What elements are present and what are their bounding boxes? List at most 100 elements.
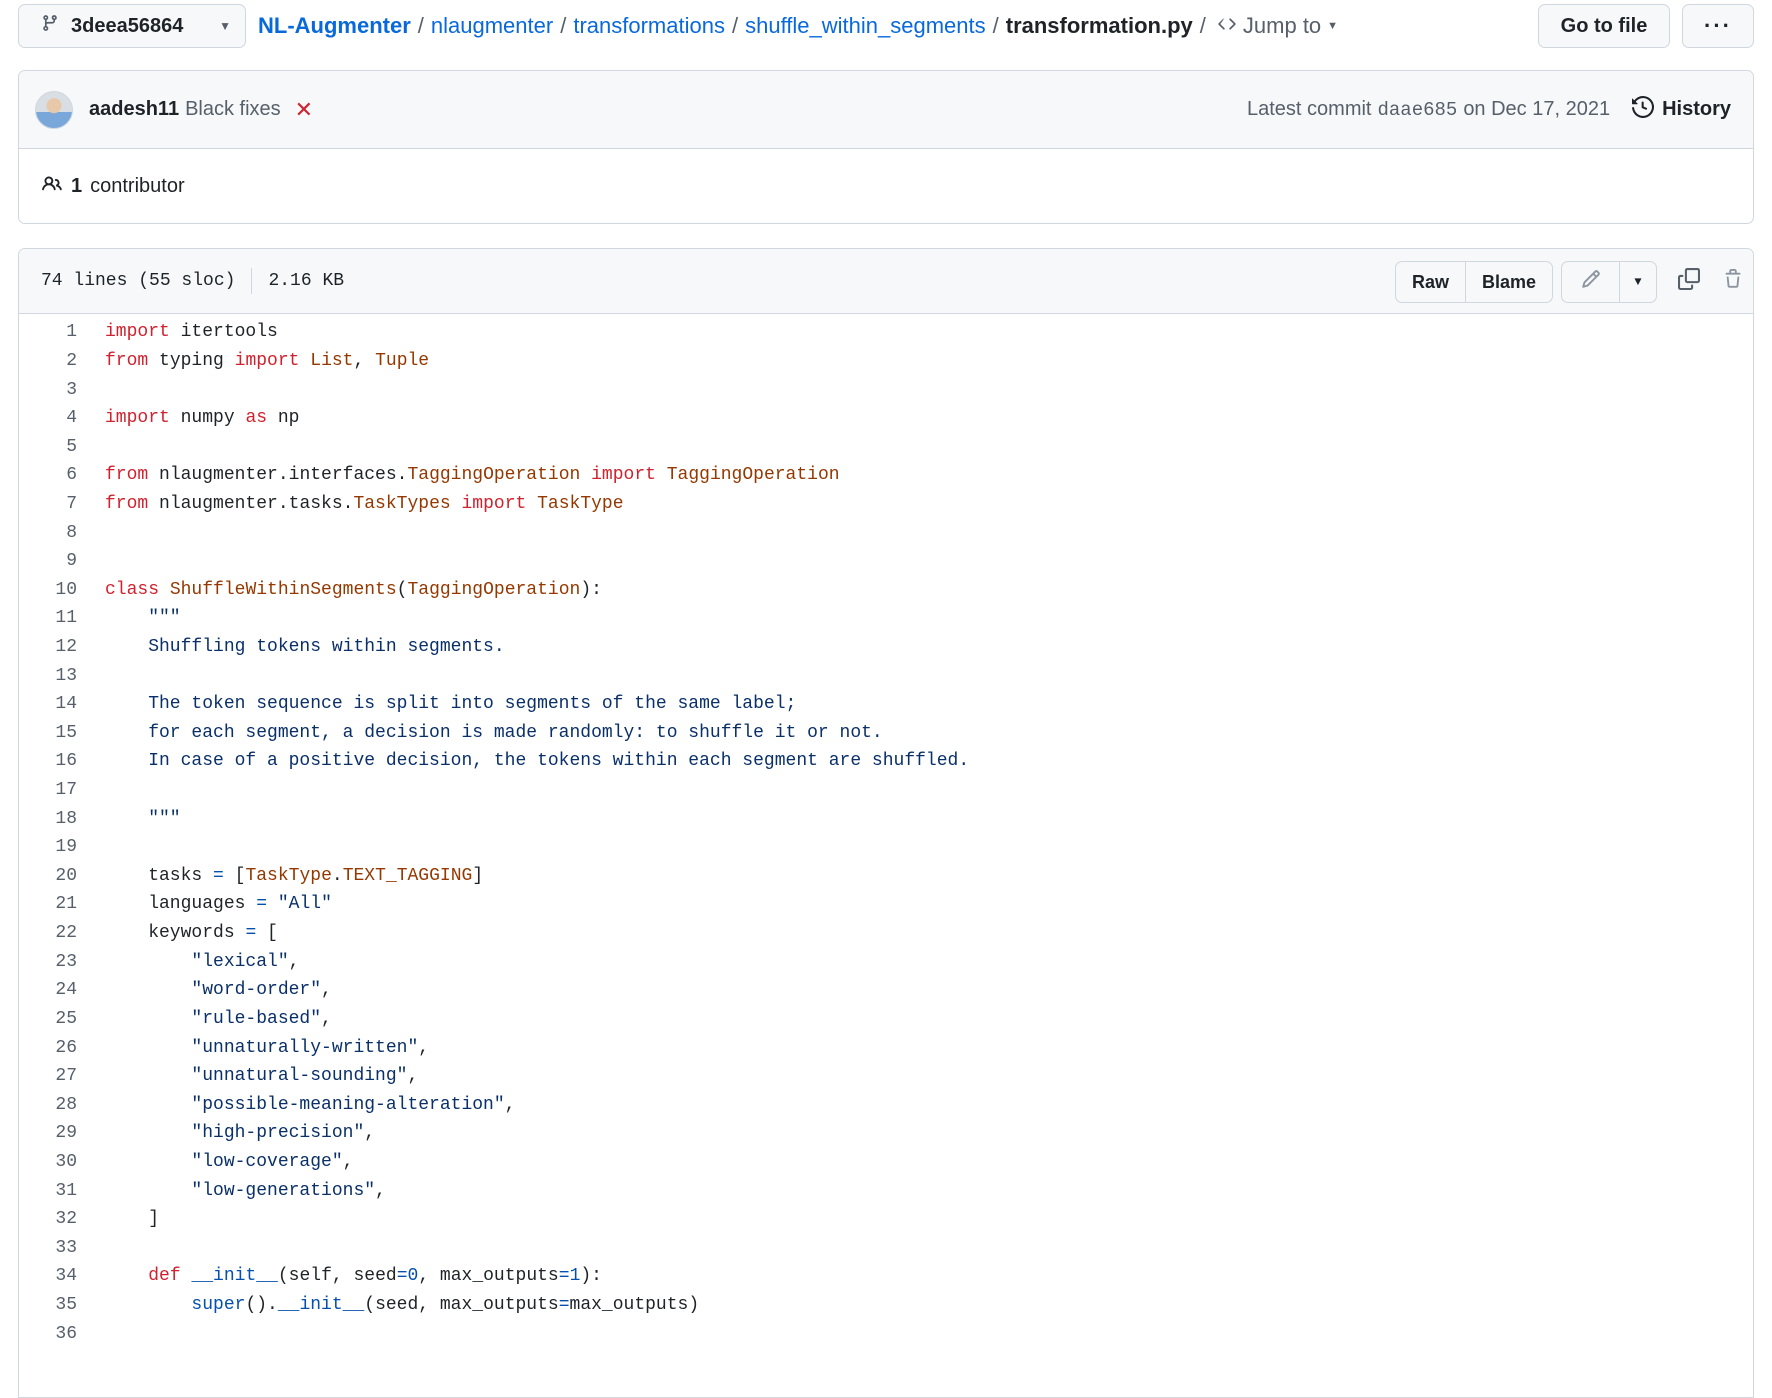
line-number[interactable]: 29: [19, 1123, 77, 1143]
edit-dropdown-button[interactable]: ▼: [1620, 262, 1656, 302]
code-line: 12 Shuffling tokens within segments.: [19, 633, 1753, 662]
file-navigation-bar: 3deea56864 ▼ NL-Augmenter / nlaugmenter …: [18, 4, 1754, 48]
line-number[interactable]: 30: [19, 1152, 77, 1172]
line-number[interactable]: 13: [19, 666, 77, 686]
blame-button[interactable]: Blame: [1466, 262, 1552, 302]
line-number[interactable]: 33: [19, 1238, 77, 1258]
copy-icon: [1678, 268, 1700, 296]
line-content: languages = "All": [105, 894, 332, 915]
code-view: 1 import itertools 2 from typing import Lis…: [19, 314, 1753, 1348]
code-line: 29 "high-precision",: [19, 1119, 1753, 1148]
line-content: import numpy as np: [105, 408, 300, 429]
line-number[interactable]: 23: [19, 952, 77, 972]
pencil-icon: [1581, 269, 1601, 295]
code-line: 16 In case of a positive decision, the t…: [19, 747, 1753, 776]
edit-file-button[interactable]: [1562, 262, 1620, 302]
copy-raw-button[interactable]: [1669, 261, 1709, 303]
jump-to-label: Jump to: [1242, 13, 1322, 38]
code-line: 18 """: [19, 804, 1753, 833]
line-number[interactable]: 16: [19, 751, 77, 771]
breadcrumb-filename: transformation.py: [1005, 13, 1193, 38]
line-number[interactable]: 8: [19, 523, 77, 543]
line-number[interactable]: 28: [19, 1095, 77, 1115]
breadcrumb-dir-shuffle[interactable]: shuffle_within_segments: [745, 13, 986, 39]
commit-author-link[interactable]: aadesh11: [89, 98, 179, 121]
line-number[interactable]: 11: [19, 608, 77, 628]
divider: [251, 268, 253, 294]
history-label: History: [1662, 98, 1731, 120]
code-line: 19: [19, 833, 1753, 862]
line-number[interactable]: 35: [19, 1295, 77, 1315]
code-line: 28 "possible-meaning-alteration",: [19, 1090, 1753, 1119]
commit-row: aadesh11 Black fixes ✕ Latest commit daa…: [19, 71, 1753, 149]
code-line: 33: [19, 1234, 1753, 1263]
line-content: from nlaugmenter.tasks.TaskTypes import …: [105, 493, 624, 514]
line-number[interactable]: 19: [19, 837, 77, 857]
line-number[interactable]: 9: [19, 551, 77, 571]
line-number[interactable]: 24: [19, 980, 77, 1000]
go-to-file-button[interactable]: Go to file: [1538, 4, 1670, 48]
code-line: 36: [19, 1319, 1753, 1348]
line-content: """: [105, 608, 181, 629]
line-number[interactable]: 6: [19, 465, 77, 485]
code-line: 13: [19, 661, 1753, 690]
line-content: "word-order",: [105, 980, 332, 1001]
line-number[interactable]: 22: [19, 923, 77, 943]
delete-file-button[interactable]: [1713, 261, 1753, 303]
breadcrumb-repo-link[interactable]: NL-Augmenter: [258, 13, 411, 39]
line-number[interactable]: 2: [19, 351, 77, 371]
line-number[interactable]: 17: [19, 780, 77, 800]
code-line: 9: [19, 547, 1753, 576]
line-content: In case of a positive decision, the toke…: [105, 751, 970, 772]
code-line: 25 "rule-based",: [19, 1005, 1753, 1034]
line-content: "lexical",: [105, 951, 300, 972]
avatar[interactable]: [35, 90, 73, 129]
line-number[interactable]: 32: [19, 1209, 77, 1229]
commit-message[interactable]: Black fixes: [185, 98, 281, 121]
raw-blame-group: Raw Blame: [1395, 261, 1553, 303]
code-line: 11 """: [19, 604, 1753, 633]
line-number[interactable]: 5: [19, 437, 77, 457]
code-line: 8: [19, 518, 1753, 547]
line-number[interactable]: 18: [19, 809, 77, 829]
line-content: def __init__(self, seed=0, max_outputs=1…: [148, 1266, 602, 1287]
file-viewer: 74 lines (55 sloc) 2.16 KB Raw Blame ▼ 1…: [18, 248, 1754, 1398]
line-number[interactable]: 34: [19, 1266, 77, 1286]
line-content: "possible-meaning-alteration",: [105, 1094, 516, 1115]
line-number[interactable]: 36: [19, 1324, 77, 1344]
latest-commit-box: aadesh11 Black fixes ✕ Latest commit daa…: [18, 70, 1754, 224]
line-number[interactable]: 27: [19, 1066, 77, 1086]
more-options-button[interactable]: ···: [1682, 4, 1754, 48]
line-number[interactable]: 20: [19, 866, 77, 886]
code-line: 23 "lexical",: [19, 947, 1753, 976]
branch-selector-button[interactable]: 3deea56864 ▼: [18, 4, 246, 48]
line-number[interactable]: 1: [19, 322, 77, 342]
code-line: 5: [19, 432, 1753, 461]
commit-sha-link[interactable]: daae685: [1377, 99, 1457, 121]
line-number[interactable]: 21: [19, 894, 77, 914]
line-number[interactable]: 10: [19, 580, 77, 600]
line-number[interactable]: 12: [19, 637, 77, 657]
code-line: 10 class ShuffleWithinSegments(TaggingOpe…: [19, 575, 1753, 604]
line-number[interactable]: 7: [19, 494, 77, 514]
x-icon[interactable]: ✕: [295, 97, 313, 123]
code-line: 31 "low-generations",: [19, 1176, 1753, 1205]
line-number[interactable]: 31: [19, 1181, 77, 1201]
line-number[interactable]: 26: [19, 1038, 77, 1058]
breadcrumb-dir-nlaugmenter[interactable]: nlaugmenter: [431, 13, 553, 39]
breadcrumb-dir-transformations[interactable]: transformations: [573, 13, 725, 39]
history-link[interactable]: History: [1632, 95, 1731, 124]
line-number[interactable]: 25: [19, 1009, 77, 1029]
raw-button[interactable]: Raw: [1396, 262, 1466, 302]
jump-to-menu[interactable]: Jump to ▼: [1217, 13, 1338, 39]
line-content: """: [105, 808, 181, 829]
code-line: 30 "low-coverage",: [19, 1148, 1753, 1177]
code-line: 32 ]: [19, 1205, 1753, 1234]
line-number[interactable]: 3: [19, 380, 77, 400]
git-branch-icon: [41, 13, 59, 39]
line-number[interactable]: 14: [19, 694, 77, 714]
line-number[interactable]: 4: [19, 408, 77, 428]
code-line: 24 "word-order",: [19, 976, 1753, 1005]
line-number[interactable]: 15: [19, 723, 77, 743]
contributors-row[interactable]: 1 contributor: [19, 149, 1753, 223]
